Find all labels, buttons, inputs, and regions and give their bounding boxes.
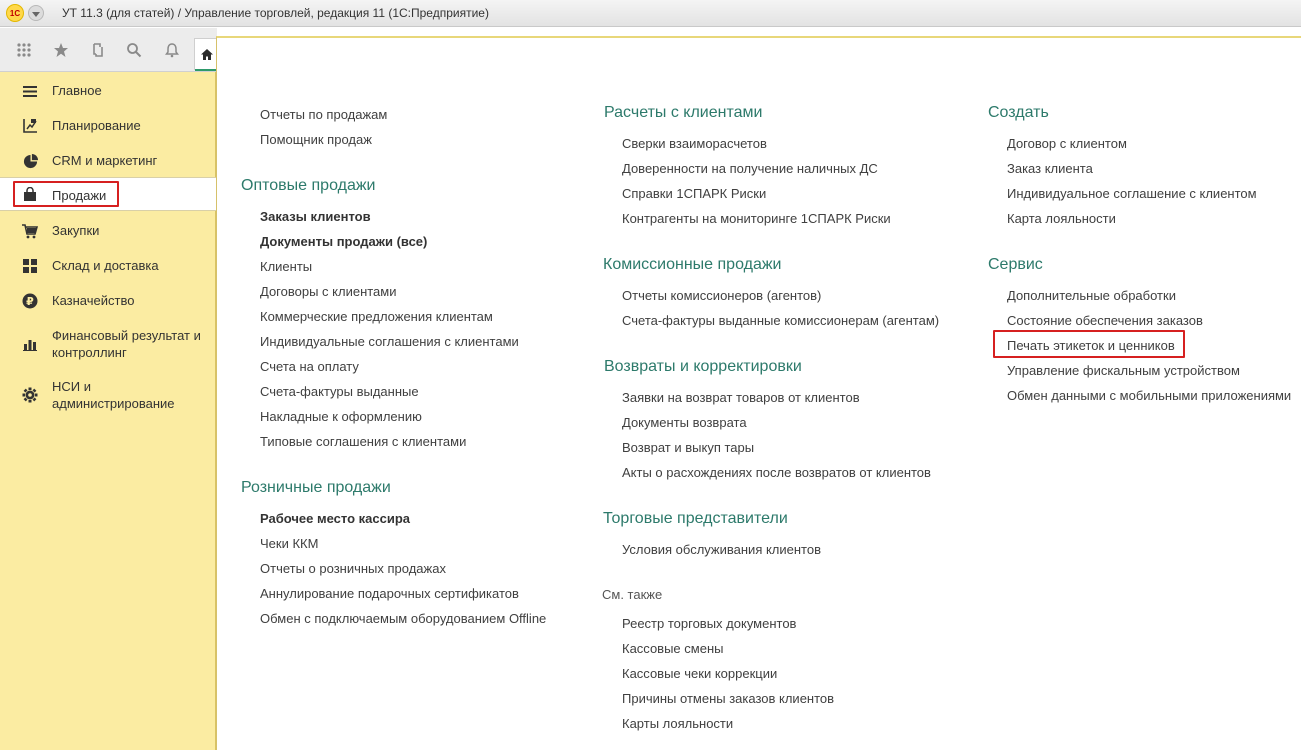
svg-text:₽: ₽	[26, 295, 34, 308]
link-trade-docs-registry[interactable]: Реестр торговых документов	[622, 616, 796, 631]
sidebar-item-main[interactable]: Главное	[0, 82, 216, 99]
link-standard-agreements[interactable]: Типовые соглашения с клиентами	[260, 434, 466, 449]
section-title-wholesale: Оптовые продажи	[241, 177, 376, 194]
sidebar-item-label: CRM и маркетинг	[52, 153, 158, 168]
sidebar-item-label: Финансовый результат и контроллинг	[52, 328, 201, 360]
section-title-retail: Розничные продажи	[241, 479, 391, 496]
link-cash-powers-of-attorney[interactable]: Доверенности на получение наличных ДС	[622, 161, 878, 176]
window-title: УТ 11.3 (для статей) / Управление торгов…	[62, 6, 489, 20]
gear-icon	[21, 386, 39, 404]
notifications-bell-icon[interactable]	[160, 38, 184, 62]
link-gift-certificate-cancel[interactable]: Аннулирование подарочных сертификатов	[260, 586, 519, 601]
cart-icon	[21, 222, 39, 240]
link-retail-sales-reports[interactable]: Отчеты о розничных продажах	[260, 561, 446, 576]
ruble-icon: ₽	[21, 292, 39, 310]
sidebar-item-purchases[interactable]: Закупки	[0, 222, 216, 239]
sidebar-item-label: Закупки	[52, 223, 100, 238]
sidebar-item-label: Склад и доставка	[52, 258, 159, 273]
link-invoices-for-payment[interactable]: Счета на оплату	[260, 359, 359, 374]
sidebar-item-treasury[interactable]: ₽ Казначейство	[0, 292, 216, 309]
link-additional-processing[interactable]: Дополнительные обработки	[1007, 288, 1176, 303]
link-loyalty-cards[interactable]: Карты лояльности	[622, 716, 733, 731]
planning-icon	[21, 117, 39, 135]
link-return-requests[interactable]: Заявки на возврат товаров от клиентов	[622, 390, 860, 405]
link-cash-shifts[interactable]: Кассовые смены	[622, 641, 723, 656]
sections-sidebar: Главное Планирование CRM и маркетинг Про…	[0, 72, 216, 750]
app-logo-icon: 1С	[6, 4, 24, 22]
warehouse-grid-icon	[21, 257, 39, 275]
link-container-return[interactable]: Возврат и выкуп тары	[622, 440, 754, 455]
link-offline-equipment-exchange[interactable]: Обмен с подключаемым оборудованием Offli…	[260, 611, 546, 626]
link-return-documents[interactable]: Документы возврата	[622, 415, 747, 430]
sidebar-item-admin[interactable]: НСИ и администрирование	[0, 378, 216, 412]
section-title-see-also: См. также	[602, 587, 663, 602]
sidebar-item-label: НСИ и администрирование	[52, 379, 175, 411]
section-title-create: Создать	[988, 104, 1049, 121]
link-waybills-to-process[interactable]: Накладные к оформлению	[260, 409, 422, 424]
sidebar-item-sales[interactable]: Продажи	[0, 177, 216, 211]
link-correction-receipts[interactable]: Кассовые чеки коррекции	[622, 666, 777, 681]
link-kkm-receipts[interactable]: Чеки ККМ	[260, 536, 318, 551]
link-create-individual-agreement[interactable]: Индивидуальное соглашение с клиентом	[1007, 186, 1257, 201]
link-reconciliation[interactable]: Сверки взаиморасчетов	[622, 136, 767, 151]
link-cashier-workplace[interactable]: Рабочее место кассира	[260, 511, 410, 526]
menu-lines-icon	[21, 82, 39, 100]
home-icon	[201, 49, 213, 60]
sidebar-item-planning[interactable]: Планирование	[0, 117, 216, 134]
title-bar: 1С УТ 11.3 (для статей) / Управление тор…	[0, 0, 1301, 27]
link-mobile-apps-exchange[interactable]: Обмен данными с мобильными приложениями	[1007, 388, 1291, 403]
top-toolbar	[0, 28, 217, 72]
link-sales-reports[interactable]: Отчеты по продажам	[260, 107, 387, 122]
link-create-loyalty-card[interactable]: Карта лояльности	[1007, 211, 1116, 226]
sidebar-item-crm[interactable]: CRM и маркетинг	[0, 152, 216, 169]
sidebar-item-warehouse[interactable]: Склад и доставка	[0, 257, 216, 274]
link-issued-invoices[interactable]: Счета-фактуры выданные	[260, 384, 419, 399]
pie-chart-icon	[21, 152, 39, 170]
sidebar-item-label: Планирование	[52, 118, 141, 133]
search-icon[interactable]	[122, 38, 146, 62]
bar-chart-icon	[21, 335, 39, 353]
apps-grid-icon[interactable]	[12, 38, 36, 62]
main-menu-dropdown-icon[interactable]	[28, 5, 44, 21]
history-icon[interactable]	[86, 38, 110, 62]
link-customer-orders[interactable]: Заказы клиентов	[260, 209, 371, 224]
sidebar-item-label: Казначейство	[52, 293, 135, 308]
link-order-provision-status[interactable]: Состояние обеспечения заказов	[1007, 313, 1203, 328]
section-title-sales-reps: Торговые представители	[603, 510, 788, 527]
section-title-commission: Комиссионные продажи	[603, 256, 782, 273]
shopping-bag-icon	[21, 185, 39, 203]
link-service-conditions[interactable]: Условия обслуживания клиентов	[622, 542, 821, 557]
link-spark-monitoring[interactable]: Контрагенты на мониторинге 1СПАРК Риски	[622, 211, 891, 226]
sidebar-item-label: Продажи	[52, 188, 107, 203]
link-create-contract[interactable]: Договор с клиентом	[1007, 136, 1127, 151]
link-clients[interactable]: Клиенты	[260, 259, 312, 274]
link-print-labels-price-tags[interactable]: Печать этикеток и ценников	[1007, 338, 1175, 353]
link-agent-invoices[interactable]: Счета-фактуры выданные комиссионерам (аг…	[622, 313, 939, 328]
sidebar-item-finance[interactable]: Финансовый результат и контроллинг	[0, 327, 216, 361]
section-title-settlements: Расчеты с клиентами	[604, 104, 763, 121]
link-individual-agreements[interactable]: Индивидуальные соглашения с клиентами	[260, 334, 519, 349]
sales-section-content: Отчеты по продажам Помощник продаж Оптов…	[217, 38, 1301, 750]
section-title-service: Сервис	[988, 256, 1043, 273]
link-spark-risks-reports[interactable]: Справки 1СПАРК Риски	[622, 186, 766, 201]
link-agent-reports[interactable]: Отчеты комиссионеров (агентов)	[622, 288, 821, 303]
link-create-order[interactable]: Заказ клиента	[1007, 161, 1093, 176]
link-commercial-offers[interactable]: Коммерческие предложения клиентам	[260, 309, 493, 324]
link-fiscal-device-management[interactable]: Управление фискальным устройством	[1007, 363, 1240, 378]
sidebar-item-label: Главное	[52, 83, 102, 98]
link-client-contracts[interactable]: Договоры с клиентами	[260, 284, 396, 299]
link-sales-documents-all[interactable]: Документы продажи (все)	[260, 234, 427, 249]
link-discrepancy-acts[interactable]: Акты о расхождениях после возвратов от к…	[622, 465, 931, 480]
favorites-star-icon[interactable]	[49, 38, 73, 62]
section-title-returns: Возвраты и корректировки	[604, 358, 802, 375]
link-sales-assistant[interactable]: Помощник продаж	[260, 132, 372, 147]
link-order-cancel-reasons[interactable]: Причины отмены заказов клиентов	[622, 691, 834, 706]
